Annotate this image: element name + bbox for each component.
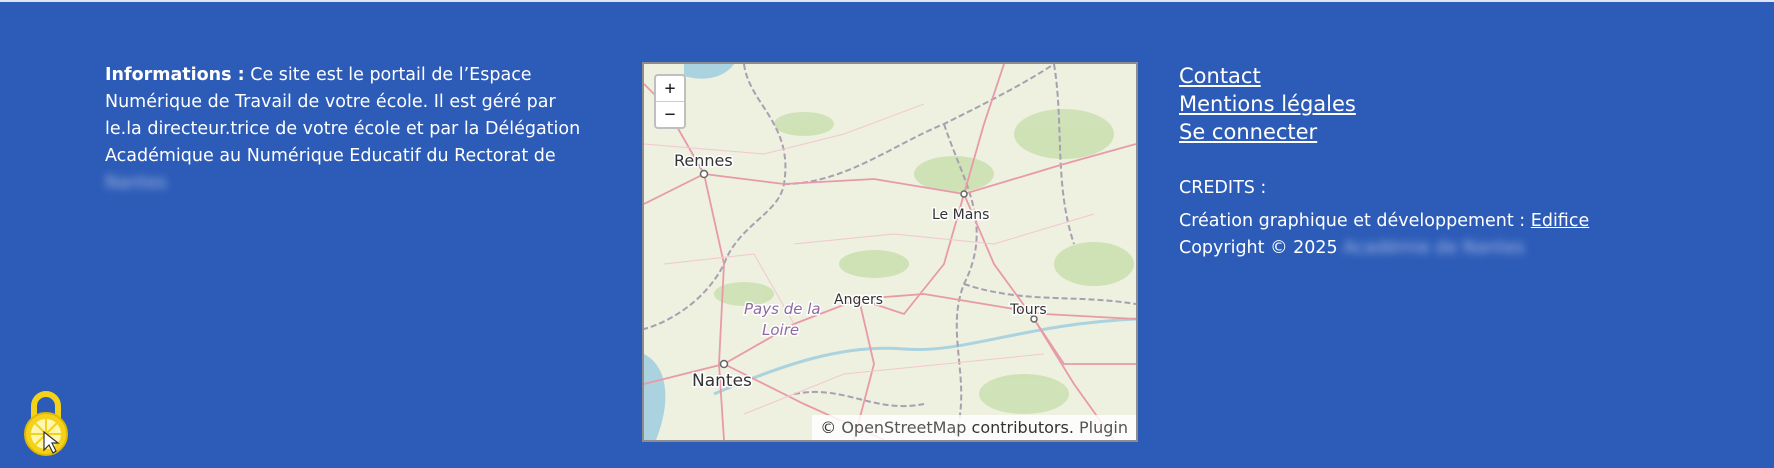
creation-label: Création graphique et développement :	[1179, 211, 1526, 231]
place-label: Le Mans	[932, 207, 989, 223]
map-attribution: © OpenStreetMap contributors. Plugin	[812, 415, 1136, 440]
copyright-text: Copyright © 2025	[1179, 238, 1338, 258]
accessibility-lock-icon[interactable]	[22, 388, 70, 458]
place-label: Rennes	[674, 151, 733, 170]
zoom-out-button[interactable]: −	[656, 101, 684, 127]
edifice-link[interactable]: Edifice	[1531, 211, 1589, 231]
region-label: Loire	[762, 321, 799, 339]
plugin-link[interactable]: Plugin	[1079, 418, 1128, 437]
copyright-line: Copyright © 2025 Académie de Nantes	[1179, 235, 1589, 262]
openstreetmap-link[interactable]: OpenStreetMap	[841, 418, 966, 437]
top-divider	[0, 0, 1774, 2]
site-information: Informations : Ce site est le portail de…	[105, 62, 585, 197]
creation-line: Création graphique et développement : Ed…	[1179, 208, 1589, 235]
place-label: Tours	[1009, 302, 1047, 318]
place-label: Nantes	[692, 371, 752, 391]
attribution-contributors: contributors.	[971, 418, 1074, 437]
zoom-controls: + −	[654, 74, 686, 129]
region-label: Pays de la	[744, 300, 821, 318]
map-tiles: Rennes Le Mans Angers Nantes Tours Pays …	[644, 64, 1136, 440]
legal-notice-link[interactable]: Mentions légales	[1179, 90, 1356, 118]
credits-title: CREDITS :	[1179, 178, 1267, 198]
footer-links: Contact Mentions légales Se connecter	[1179, 62, 1356, 146]
place-label: Angers	[834, 292, 883, 308]
information-label: Informations :	[105, 65, 245, 85]
contact-link[interactable]: Contact	[1179, 62, 1356, 90]
rectorat-name-blurred: Nantes	[105, 173, 167, 193]
login-link[interactable]: Se connecter	[1179, 118, 1356, 146]
copyright-owner-blurred: Académie de Nantes	[1343, 238, 1525, 258]
location-map[interactable]: Rennes Le Mans Angers Nantes Tours Pays …	[642, 62, 1138, 442]
attribution-prefix: ©	[820, 418, 837, 437]
zoom-in-button[interactable]: +	[656, 76, 684, 101]
credits-section: CREDITS : Création graphique et développ…	[1179, 175, 1589, 262]
